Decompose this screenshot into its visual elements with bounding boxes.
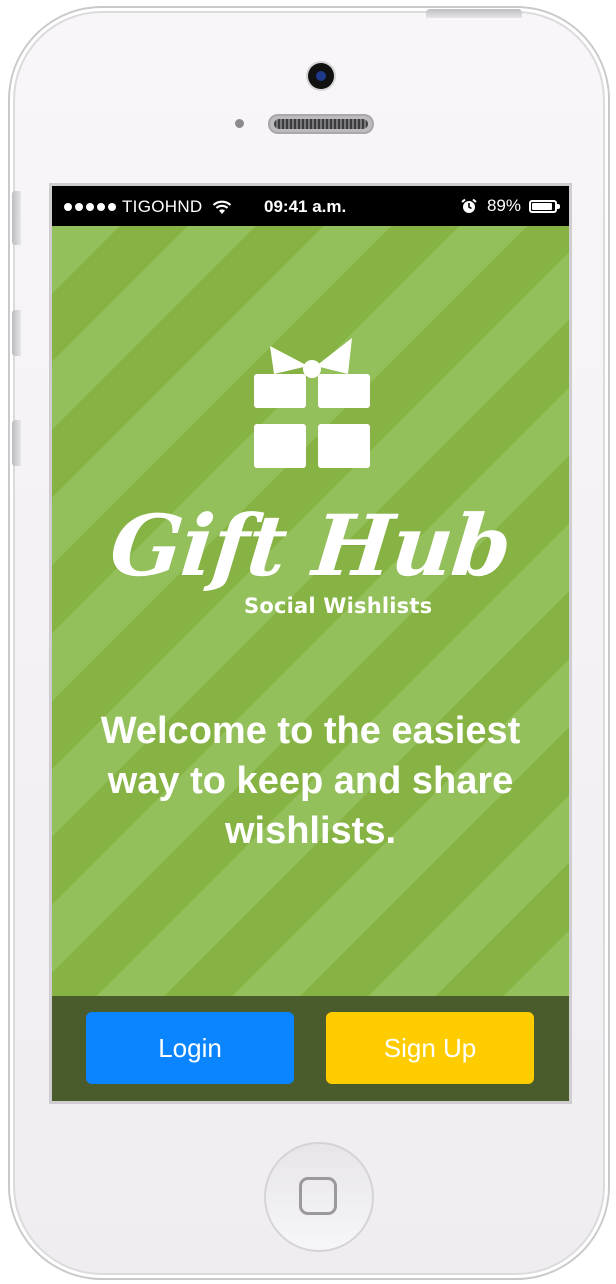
status-right: 89%: [461, 196, 560, 216]
signup-button[interactable]: Sign Up: [326, 1012, 534, 1084]
volume-down-button[interactable]: [12, 420, 21, 466]
logo-subtitle: Social Wishlists: [244, 594, 433, 618]
power-button[interactable]: [426, 9, 522, 18]
status-bar: TIGOHND 09:41 a.m. 89%: [52, 186, 569, 226]
earpiece-speaker: [268, 114, 374, 134]
login-button[interactable]: Login: [86, 1012, 294, 1084]
battery-icon: [529, 199, 560, 213]
gift-icon: [254, 338, 370, 468]
signal-strength-icon: [64, 203, 116, 211]
wifi-icon: [213, 200, 232, 214]
logo-title: Gift Hub: [105, 496, 516, 595]
screen: TIGOHND 09:41 a.m. 89% Gift Hub Social W…: [52, 186, 569, 1101]
proximity-sensor: [235, 119, 244, 128]
welcome-message: Welcome to the easiest way to keep and s…: [100, 710, 521, 852]
action-bar: Login Sign Up: [52, 996, 569, 1101]
alarm-icon: [461, 198, 477, 213]
welcome-screen: Gift Hub Social Wishlists Welcome to the…: [52, 226, 569, 996]
battery-fill: [532, 202, 552, 210]
carrier-name: TIGOHND: [122, 197, 203, 216]
home-button[interactable]: [264, 1142, 374, 1252]
mute-switch[interactable]: [12, 191, 21, 245]
status-left: TIGOHND: [64, 197, 232, 217]
volume-up-button[interactable]: [12, 310, 21, 356]
front-camera: [308, 63, 334, 89]
home-square-icon: [299, 1177, 337, 1215]
app-logo: Gift Hub Social Wishlists: [52, 496, 569, 618]
status-time: 09:41 a.m.: [264, 197, 347, 216]
battery-percent: 89%: [486, 196, 521, 215]
